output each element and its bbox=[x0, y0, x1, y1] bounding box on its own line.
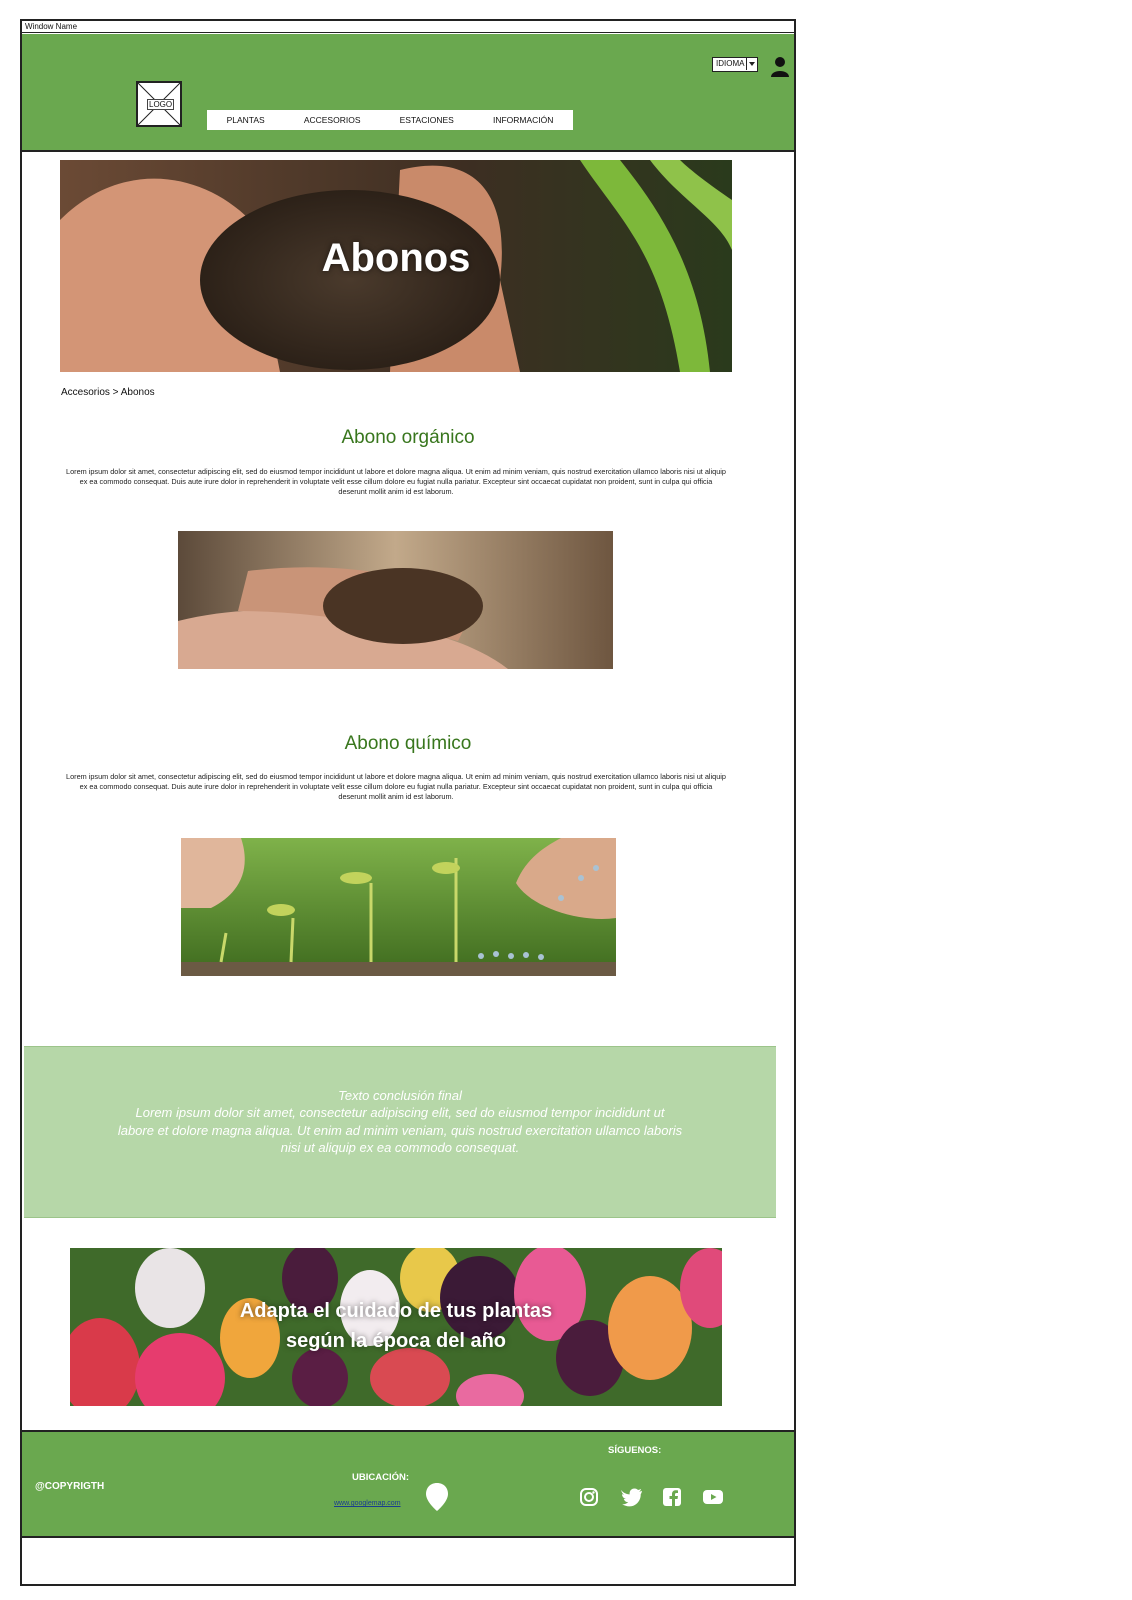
copyright-text: @COPYRIGTH bbox=[35, 1481, 105, 1492]
organic-fertilizer-image bbox=[178, 531, 613, 669]
nav-item-estaciones[interactable]: ESTACIONES bbox=[400, 115, 454, 125]
section-title-organico: Abono orgánico bbox=[341, 427, 475, 448]
conclusion-text: Lorem ipsum dolor sit amet, consectetur … bbox=[117, 1105, 683, 1155]
nav-item-informacion[interactable]: INFORMACIÓN bbox=[493, 115, 553, 125]
conclusion-block: Texto conclusión final Lorem ipsum dolor… bbox=[24, 1046, 776, 1218]
conclusion-title: Texto conclusión final bbox=[338, 1088, 462, 1103]
follow-label: SÍGUENOS: bbox=[608, 1445, 662, 1456]
logo[interactable]: LOGO bbox=[136, 81, 182, 127]
section-title-quimico: Abono químico bbox=[344, 733, 472, 754]
browser-window: Window Name LOGO PLANTAS ACCESORIOS ESTA… bbox=[20, 19, 796, 1586]
chevron-down-icon bbox=[746, 58, 757, 70]
location-link[interactable]: www.googlemap.com bbox=[334, 1500, 401, 1507]
language-select[interactable]: IDIOMA bbox=[712, 57, 758, 72]
twitter-icon[interactable] bbox=[621, 1487, 643, 1507]
hero-title: Abonos bbox=[321, 236, 471, 280]
nav-item-accesorios[interactable]: ACCESORIOS bbox=[304, 115, 361, 125]
seasons-banner[interactable]: Adapta el cuidado de tus plantas según l… bbox=[70, 1248, 722, 1406]
main-nav: PLANTAS ACCESORIOS ESTACIONES INFORMACIÓ… bbox=[207, 110, 573, 130]
site-header: LOGO PLANTAS ACCESORIOS ESTACIONES INFOR… bbox=[22, 34, 794, 152]
location-label: UBICACIÓN: bbox=[352, 1472, 409, 1483]
banner-title-line2: según la época del año bbox=[285, 1330, 507, 1352]
banner-title: Adapta el cuidado de tus plantas según l… bbox=[70, 1296, 722, 1356]
instagram-icon[interactable] bbox=[579, 1487, 599, 1507]
site-footer: @COPYRIGTH UBICACIÓN: www.googlemap.com … bbox=[22, 1430, 794, 1538]
chemical-fertilizer-image bbox=[181, 838, 616, 976]
breadcrumb[interactable]: Accesorios > Abonos bbox=[61, 387, 155, 398]
language-select-value: IDIOMA bbox=[716, 59, 745, 68]
section-text-organico: Lorem ipsum dolor sit amet, consectetur … bbox=[66, 467, 726, 496]
map-pin-icon[interactable] bbox=[426, 1482, 448, 1512]
logo-label: LOGO bbox=[147, 99, 175, 110]
facebook-icon[interactable] bbox=[662, 1487, 682, 1507]
window-title: Window Name bbox=[22, 21, 794, 33]
user-icon[interactable] bbox=[770, 56, 790, 78]
youtube-icon[interactable] bbox=[702, 1487, 724, 1507]
hero-banner: Abonos bbox=[60, 160, 732, 372]
section-text-quimico: Lorem ipsum dolor sit amet, consectetur … bbox=[66, 772, 726, 801]
banner-title-line1: Adapta el cuidado de tus plantas bbox=[239, 1300, 553, 1322]
nav-item-plantas[interactable]: PLANTAS bbox=[227, 115, 265, 125]
